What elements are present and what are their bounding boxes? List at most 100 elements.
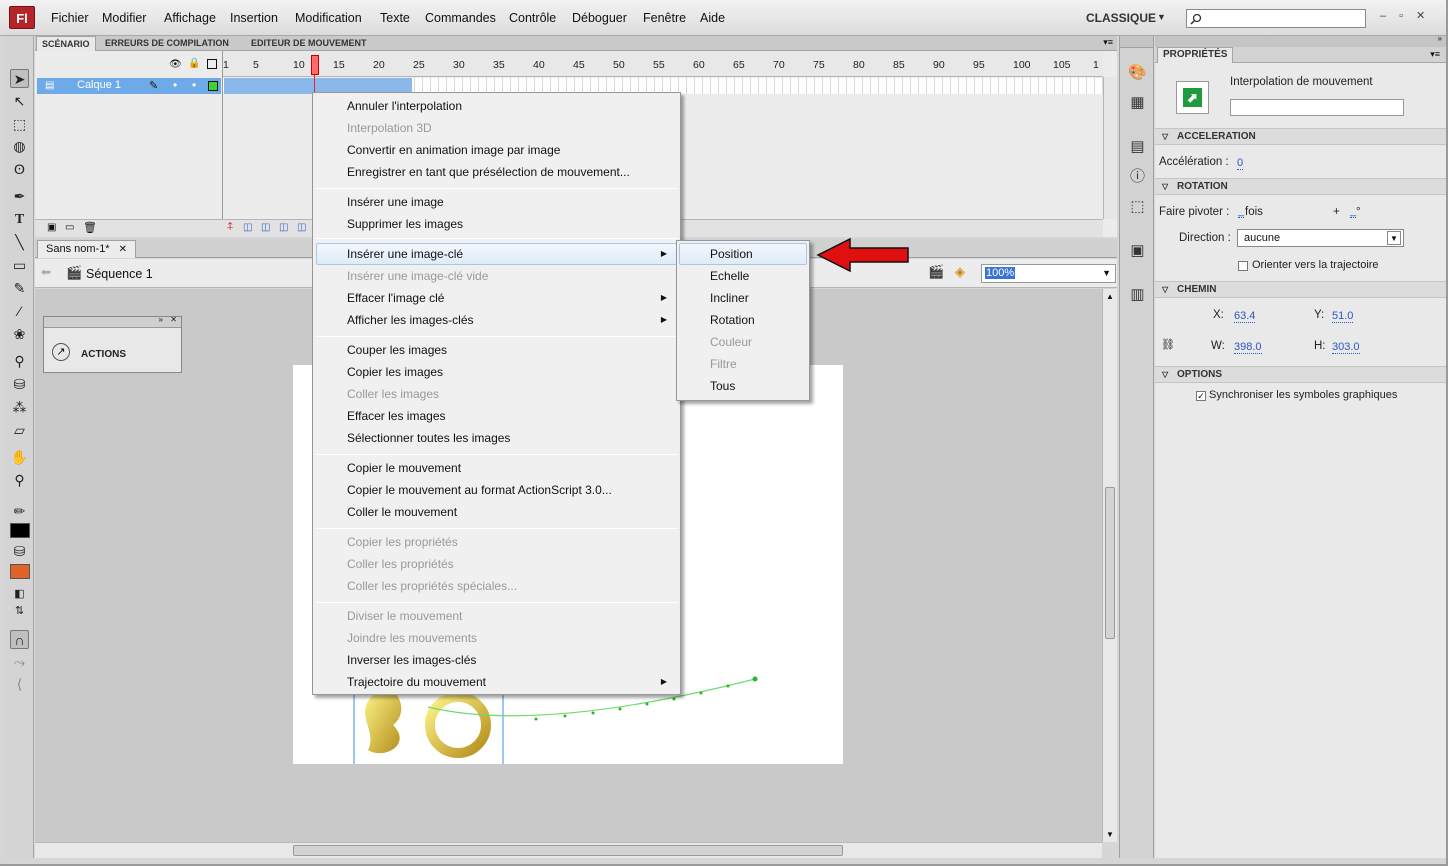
context-menu-item[interactable]: Supprimer les images (347, 213, 677, 235)
direction-select[interactable]: aucune ▼ (1237, 229, 1404, 247)
context-menu-item[interactable]: Annuler l'interpolation (347, 95, 677, 117)
tab-motion-editor[interactable]: EDITEUR DE MOUVEMENT (246, 36, 372, 51)
expand-icon[interactable]: » (1438, 34, 1442, 43)
y-value[interactable]: 51.0 (1332, 310, 1354, 323)
edit-symbols-icon[interactable]: ◈ (955, 264, 965, 280)
components-icon[interactable]: ▥ (1128, 285, 1147, 304)
actions-panel[interactable]: » ✕ ↗ ACTIONS (43, 315, 182, 373)
tab-compile-errors[interactable]: ERREURS DE COMPILATION (100, 36, 234, 51)
tab-properties[interactable]: PROPRIÉTÉS (1157, 47, 1234, 63)
menu-affichage[interactable]: Affichage (164, 11, 216, 25)
line-tool-icon[interactable]: ╲ (10, 233, 29, 252)
hand-tool-icon[interactable]: ✋ (10, 448, 29, 467)
scene-label[interactable]: Séquence 1 (86, 267, 153, 281)
visibility-dot[interactable]: • (173, 78, 177, 92)
sync-checkbox[interactable]: ✓ (1196, 391, 1206, 401)
outline-icon[interactable] (207, 59, 217, 69)
onion-outline-icon[interactable]: ◫ (261, 222, 270, 233)
submenu-item[interactable]: Position (710, 243, 753, 265)
show-hide-eye-icon[interactable]: 👁 (169, 59, 182, 70)
lock-icon[interactable]: 🔒 (188, 58, 200, 69)
menu-insertion[interactable]: Insertion (230, 11, 278, 25)
smooth-icon[interactable]: ⤳ (10, 653, 29, 672)
swap-colors-icon[interactable]: ⇅ (10, 602, 29, 621)
eraser-icon[interactable]: ▱ (10, 421, 29, 440)
free-transform-icon[interactable]: ⬚ (10, 115, 29, 134)
swatches-grid-icon[interactable]: ▦ (1128, 93, 1147, 112)
tab-scenario[interactable]: SCÉNARIO (36, 36, 96, 51)
context-menu-item[interactable]: Trajectoire du mouvement ▶ (347, 671, 677, 693)
zoom-select[interactable]: 100% ▼ (981, 264, 1116, 283)
stage-hscroll[interactable] (35, 842, 1102, 858)
context-menu-item[interactable]: Effacer les images (347, 405, 677, 427)
back-arrow-icon[interactable]: ⬅ (41, 265, 51, 279)
window-controls[interactable]: –▫✕ (1380, 9, 1438, 22)
brush-tool-icon[interactable]: ⁄ (10, 302, 29, 321)
lasso-icon[interactable]: ʘ (10, 160, 29, 179)
context-menu-item[interactable]: Couper les images (347, 339, 677, 361)
help-search-input[interactable] (1186, 9, 1366, 28)
timeline-vscroll[interactable] (1103, 77, 1117, 219)
close-icon[interactable]: ✕ (1416, 10, 1438, 22)
section-acceleration[interactable]: ▽ ACCELERATION (1155, 128, 1446, 145)
maximize-icon[interactable]: ▫ (1399, 10, 1416, 22)
close-icon[interactable]: ✕ (170, 315, 177, 324)
menu-modification[interactable]: Modification (295, 11, 362, 25)
actions-panel-header[interactable]: » ✕ (44, 315, 181, 328)
context-menu-item[interactable]: Inverser les images-clés (347, 649, 677, 671)
instance-name-input[interactable] (1230, 99, 1404, 116)
fill-bucket-icon[interactable]: ⛁ (10, 542, 29, 561)
section-options[interactable]: ▽ OPTIONS (1155, 366, 1446, 383)
eyedropper-icon[interactable]: ⁂ (10, 398, 29, 417)
chevron-down-icon[interactable]: ▼ (1387, 231, 1401, 245)
context-menu-item[interactable]: Coller le mouvement (347, 501, 677, 523)
context-menu-item[interactable]: Enregistrer en tant que présélection de … (347, 161, 677, 183)
selection-tool-icon[interactable]: ➤ (10, 69, 29, 88)
layer-name[interactable]: Calque 1 (77, 79, 121, 91)
chevron-down-icon[interactable]: ▼ (1102, 268, 1111, 278)
color-palette-icon[interactable]: 🎨 (1128, 63, 1147, 82)
fill-color-swatch[interactable] (10, 564, 30, 579)
text-tool-icon[interactable]: T (10, 210, 29, 229)
playhead[interactable] (311, 55, 319, 75)
paint-bucket-icon[interactable]: ⛁ (10, 375, 29, 394)
edit-multiple-icon[interactable]: ◫ (279, 222, 288, 233)
submenu-item[interactable]: Rotation (710, 309, 755, 331)
frame-ruler[interactable]: 1 5 10 15 20 25 30 35 40 45 50 55 60 65 70 75 80 85 90 95 10… (223, 51, 1103, 77)
rectangle-tool-icon[interactable]: ▭ (10, 256, 29, 275)
library-icon[interactable]: ▣ (1128, 241, 1147, 260)
hscroll-thumb[interactable] (293, 845, 843, 856)
onion-markers-icon[interactable]: ◫ (297, 222, 306, 233)
context-menu-item[interactable]: Afficher les images-clés ▶ (347, 309, 677, 331)
center-frame-icon[interactable]: ⍏ (227, 221, 234, 234)
pen-tool-icon[interactable]: ✒ (10, 187, 29, 206)
zoom-tool-icon[interactable]: ⚲ (10, 471, 29, 490)
edit-scene-icon[interactable]: 🎬 (928, 264, 944, 280)
menu-deboguer[interactable]: Déboguer (572, 11, 627, 25)
pencil-tool-icon[interactable]: ✎ (10, 279, 29, 298)
stroke-color-pencil-icon[interactable]: ✏ (10, 502, 29, 521)
context-menu-item[interactable]: Effacer l'image clé ▶ (347, 287, 677, 309)
delete-layer-icon[interactable]: 🗑 (83, 221, 97, 234)
zoom-value[interactable]: 100% (985, 267, 1016, 279)
menu-aide[interactable]: Aide (700, 11, 725, 25)
context-menu-item[interactable]: Convertir en animation image par image (347, 139, 677, 161)
new-folder-icon[interactable]: ▭ (65, 222, 74, 233)
section-rotation[interactable]: ▽ ROTATION (1155, 178, 1446, 195)
info-icon[interactable]: ⓘ (1128, 167, 1147, 186)
menu-commandes[interactable]: Commandes (425, 11, 496, 25)
close-icon[interactable]: ✕ (119, 244, 127, 255)
context-menu-item[interactable]: Insérer une image (347, 191, 677, 213)
transform-icon[interactable]: ⬚ (1128, 197, 1147, 216)
deco-tool-icon[interactable]: ❀ (10, 325, 29, 344)
minimize-icon[interactable]: – (1380, 10, 1399, 22)
align-icon[interactable]: ▤ (1128, 137, 1147, 156)
layer-row[interactable]: ▤ Calque 1 ✎ • • (37, 78, 221, 94)
context-menu-item[interactable]: Copier le mouvement (347, 457, 677, 479)
x-value[interactable]: 63.4 (1234, 310, 1256, 323)
context-menu-item[interactable]: Sélectionner toutes les images (347, 427, 677, 449)
stage-vscroll[interactable]: ▲ ▼ (1102, 289, 1117, 842)
w-value[interactable]: 398.0 (1234, 341, 1262, 354)
acceleration-value[interactable]: 0 (1237, 157, 1244, 170)
document-tab[interactable]: Sans nom-1* ✕ (37, 240, 137, 258)
